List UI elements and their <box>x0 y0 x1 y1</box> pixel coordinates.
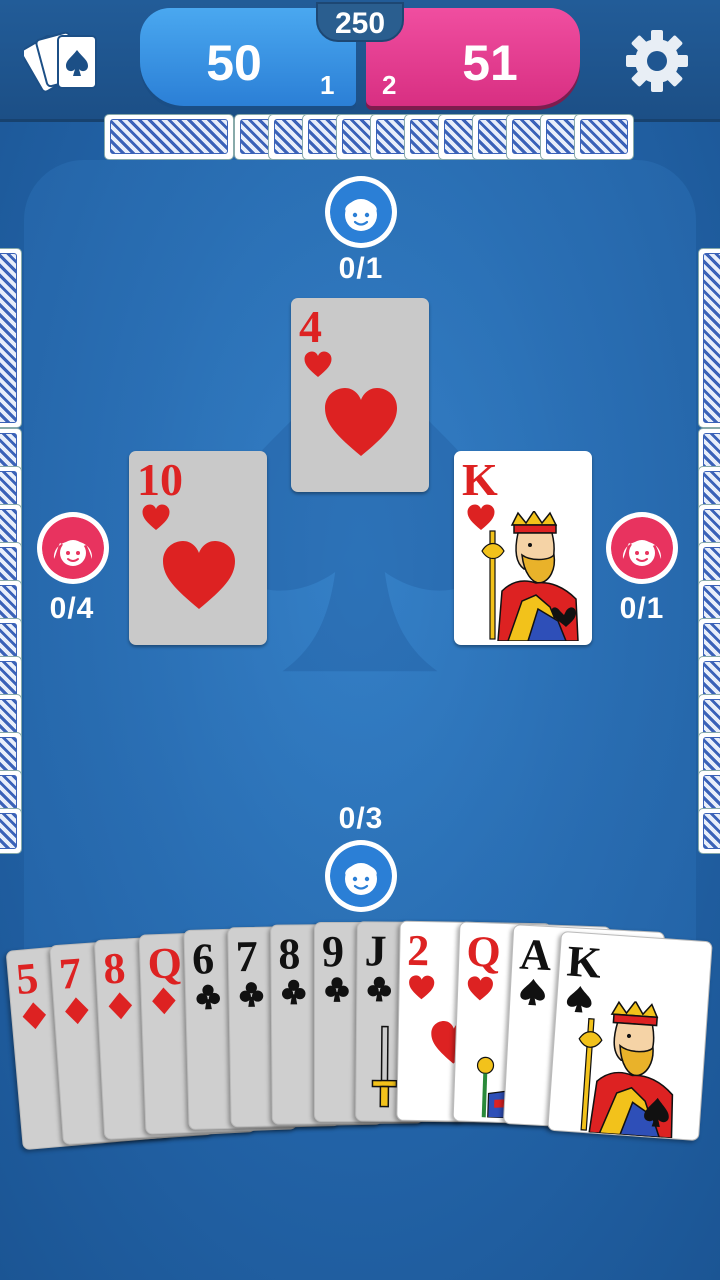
team1-rank: 1 <box>320 70 335 100</box>
cards-menu-icon <box>20 31 97 93</box>
north-player-avatar[interactable] <box>325 176 397 248</box>
gear-icon <box>626 30 688 92</box>
trick-card-east: K <box>454 451 592 645</box>
trick-card-west: 10 <box>129 451 267 645</box>
south-player-avatar[interactable] <box>325 840 397 912</box>
king-portrait-icon <box>481 511 579 641</box>
north-bid: 0/1 <box>338 252 384 285</box>
west-bid: 0/4 <box>49 592 95 625</box>
settings-button[interactable] <box>622 26 692 96</box>
diamond-icon <box>152 987 176 1015</box>
heart-icon <box>163 541 235 609</box>
king-portrait-icon <box>578 999 674 1139</box>
top-bar: 50 1 51 2 250 <box>0 0 720 122</box>
club-icon <box>239 982 264 1007</box>
team2-rank: 2 <box>382 70 397 100</box>
diamond-icon <box>65 997 89 1025</box>
boy-avatar-icon <box>330 845 392 907</box>
west-hand-backs <box>0 248 22 858</box>
heart-icon <box>142 504 170 530</box>
target-score-badge: 250 <box>316 2 404 42</box>
diamond-icon <box>108 992 133 1020</box>
north-hand-backs <box>104 114 634 162</box>
card-rank: J <box>364 926 387 976</box>
girl-avatar-icon <box>611 517 673 579</box>
heart-icon <box>325 388 397 456</box>
east-hand-backs <box>698 248 720 858</box>
trick-card-north: 4 <box>291 298 429 492</box>
club-icon <box>281 979 306 1005</box>
card-back <box>0 248 22 428</box>
card-rank: 2 <box>406 925 430 976</box>
card-rank: Q <box>146 938 183 989</box>
card-rank: A <box>518 929 553 981</box>
west-player-avatar[interactable] <box>37 512 109 584</box>
heart-icon <box>304 351 332 377</box>
card-rank: K <box>565 936 603 988</box>
spade-icon <box>520 978 545 1006</box>
card-rank: Q <box>465 926 502 977</box>
team1-score: 50 <box>206 35 262 91</box>
south-bid: 0/3 <box>338 802 384 835</box>
club-icon <box>367 976 392 1002</box>
card-rank: 9 <box>322 927 344 976</box>
team2-score: 51 <box>462 35 518 91</box>
card-back <box>698 808 720 854</box>
boy-avatar-icon <box>330 181 392 243</box>
card-back <box>574 114 634 160</box>
card-rank: 7 <box>235 931 259 982</box>
hand-card-k-spades[interactable]: K <box>547 930 713 1142</box>
card-back <box>104 114 234 160</box>
diamond-icon <box>22 1002 47 1030</box>
heart-icon <box>467 976 493 1001</box>
card-rank: K <box>462 454 498 505</box>
card-rank: 8 <box>278 929 301 979</box>
club-icon <box>325 977 349 1002</box>
heart-icon <box>409 975 435 1000</box>
cards-menu-button[interactable] <box>20 22 104 94</box>
east-player-avatar[interactable] <box>606 512 678 584</box>
east-bid: 0/1 <box>619 592 665 625</box>
girl-avatar-icon <box>42 517 104 579</box>
card-rank: 6 <box>191 934 215 984</box>
card-rank: 10 <box>137 454 183 505</box>
card-rank: 4 <box>299 301 322 352</box>
card-rank: 5 <box>13 953 41 1005</box>
club-icon <box>196 984 220 1010</box>
card-back <box>0 808 22 854</box>
card-back <box>698 248 720 428</box>
card-rank: 8 <box>102 943 127 994</box>
card-rank: 7 <box>57 948 83 999</box>
